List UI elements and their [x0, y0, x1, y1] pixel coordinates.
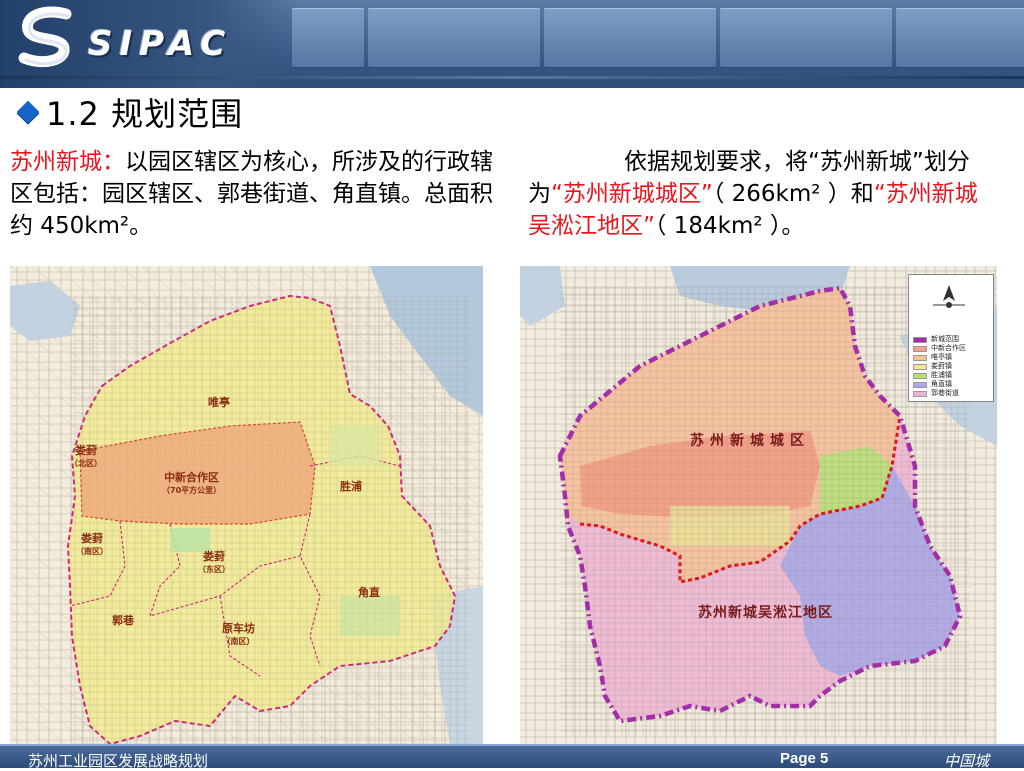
label-louyao-south: 娄葑 （南区） [76, 532, 108, 556]
label-urban-region: 苏州新城城区 [690, 433, 810, 449]
left-map-canvas [10, 266, 483, 744]
label-zhongxin: 中新合作区 （70平方公里） [162, 471, 222, 495]
legend-item: 娄葑镇 [913, 362, 966, 371]
header-rule [0, 76, 1024, 79]
legend-item: 胜浦镇 [913, 371, 966, 380]
header-panel [720, 8, 892, 68]
legend-swatch [913, 372, 927, 379]
footer-bar: 苏州工业园区发展战略规划 Page 5 中国城 [0, 744, 1024, 770]
label-wusong-region: 苏州新城吴淞江地区 [698, 605, 833, 621]
slide-title-text: 1.2 规划范围 [46, 95, 244, 133]
label-weiting: 唯亭 [208, 396, 230, 409]
legend-item: 唯亭镇 [913, 353, 966, 362]
logo-text: SIPAC [88, 24, 233, 64]
label-luzhi: 角直 [358, 586, 380, 599]
legend-swatch [913, 390, 927, 397]
page-number: Page 5 [780, 750, 829, 767]
left-highlight: 苏州新城： [10, 149, 125, 175]
right-highlight1: “苏州新城城区” [551, 181, 713, 207]
legend-item: 新城范围 [913, 335, 966, 344]
legend-swatch [913, 354, 927, 361]
legend-swatch [913, 336, 927, 343]
label-shengpu: 胜浦 [340, 480, 362, 493]
sipac-logo-icon [18, 6, 72, 68]
header-panel [896, 8, 1024, 68]
diamond-bullet-icon [16, 100, 40, 124]
right-region-map: 苏州新城城区 苏州新城吴淞江地区 新城范围 中新合作区 唯亭镇 娄葑镇 胜浦镇 … [520, 266, 997, 744]
legend-item: 角直镇 [913, 380, 966, 389]
right-part3: （ 184km² ）。 [654, 213, 805, 239]
north-arrow-icon [933, 285, 965, 308]
label-yuanchefang: 原车坊 （南区） [222, 622, 255, 646]
label-guoxiang: 郭巷 [112, 614, 134, 627]
left-district-map: 唯亭 娄葑 （北区） 中新合作区 （70平方公里） 胜浦 娄葑 （南区） 娄葑 （东区）… [10, 266, 483, 744]
green-space [340, 596, 400, 636]
map-legend: 新城范围 中新合作区 唯亭镇 娄葑镇 胜浦镇 角直镇 郭巷街道 [908, 274, 994, 402]
green-space [330, 426, 380, 466]
right-paragraph: 依据规划要求，将“苏州新城”划分为“苏州新城城区”（ 266km² ）和“苏州新… [528, 146, 998, 264]
legend-list: 新城范围 中新合作区 唯亭镇 娄葑镇 胜浦镇 角直镇 郭巷街道 [913, 335, 966, 398]
header-panel [544, 8, 716, 68]
legend-item: 郭巷街道 [913, 389, 966, 398]
legend-swatch [913, 363, 927, 370]
left-paragraph: 苏州新城：以园区辖区为核心，所涉及的行政辖区包括：园区辖区、郭巷街道、角直镇。总… [10, 146, 505, 242]
legend-swatch [913, 381, 927, 388]
label-louyao-east: 娄葑 （东区） [198, 550, 230, 574]
right-part2: （ 266km² ）和 [712, 181, 874, 207]
header-panel [292, 8, 364, 68]
header-banner: SIPAC [0, 0, 1024, 88]
slide-title: 1.2 规划范围 [14, 90, 243, 134]
label-louyao-north: 娄葑 （北区） [70, 444, 102, 468]
legend-swatch [913, 345, 927, 352]
legend-item: 中新合作区 [913, 344, 966, 353]
header-panel [368, 8, 540, 68]
